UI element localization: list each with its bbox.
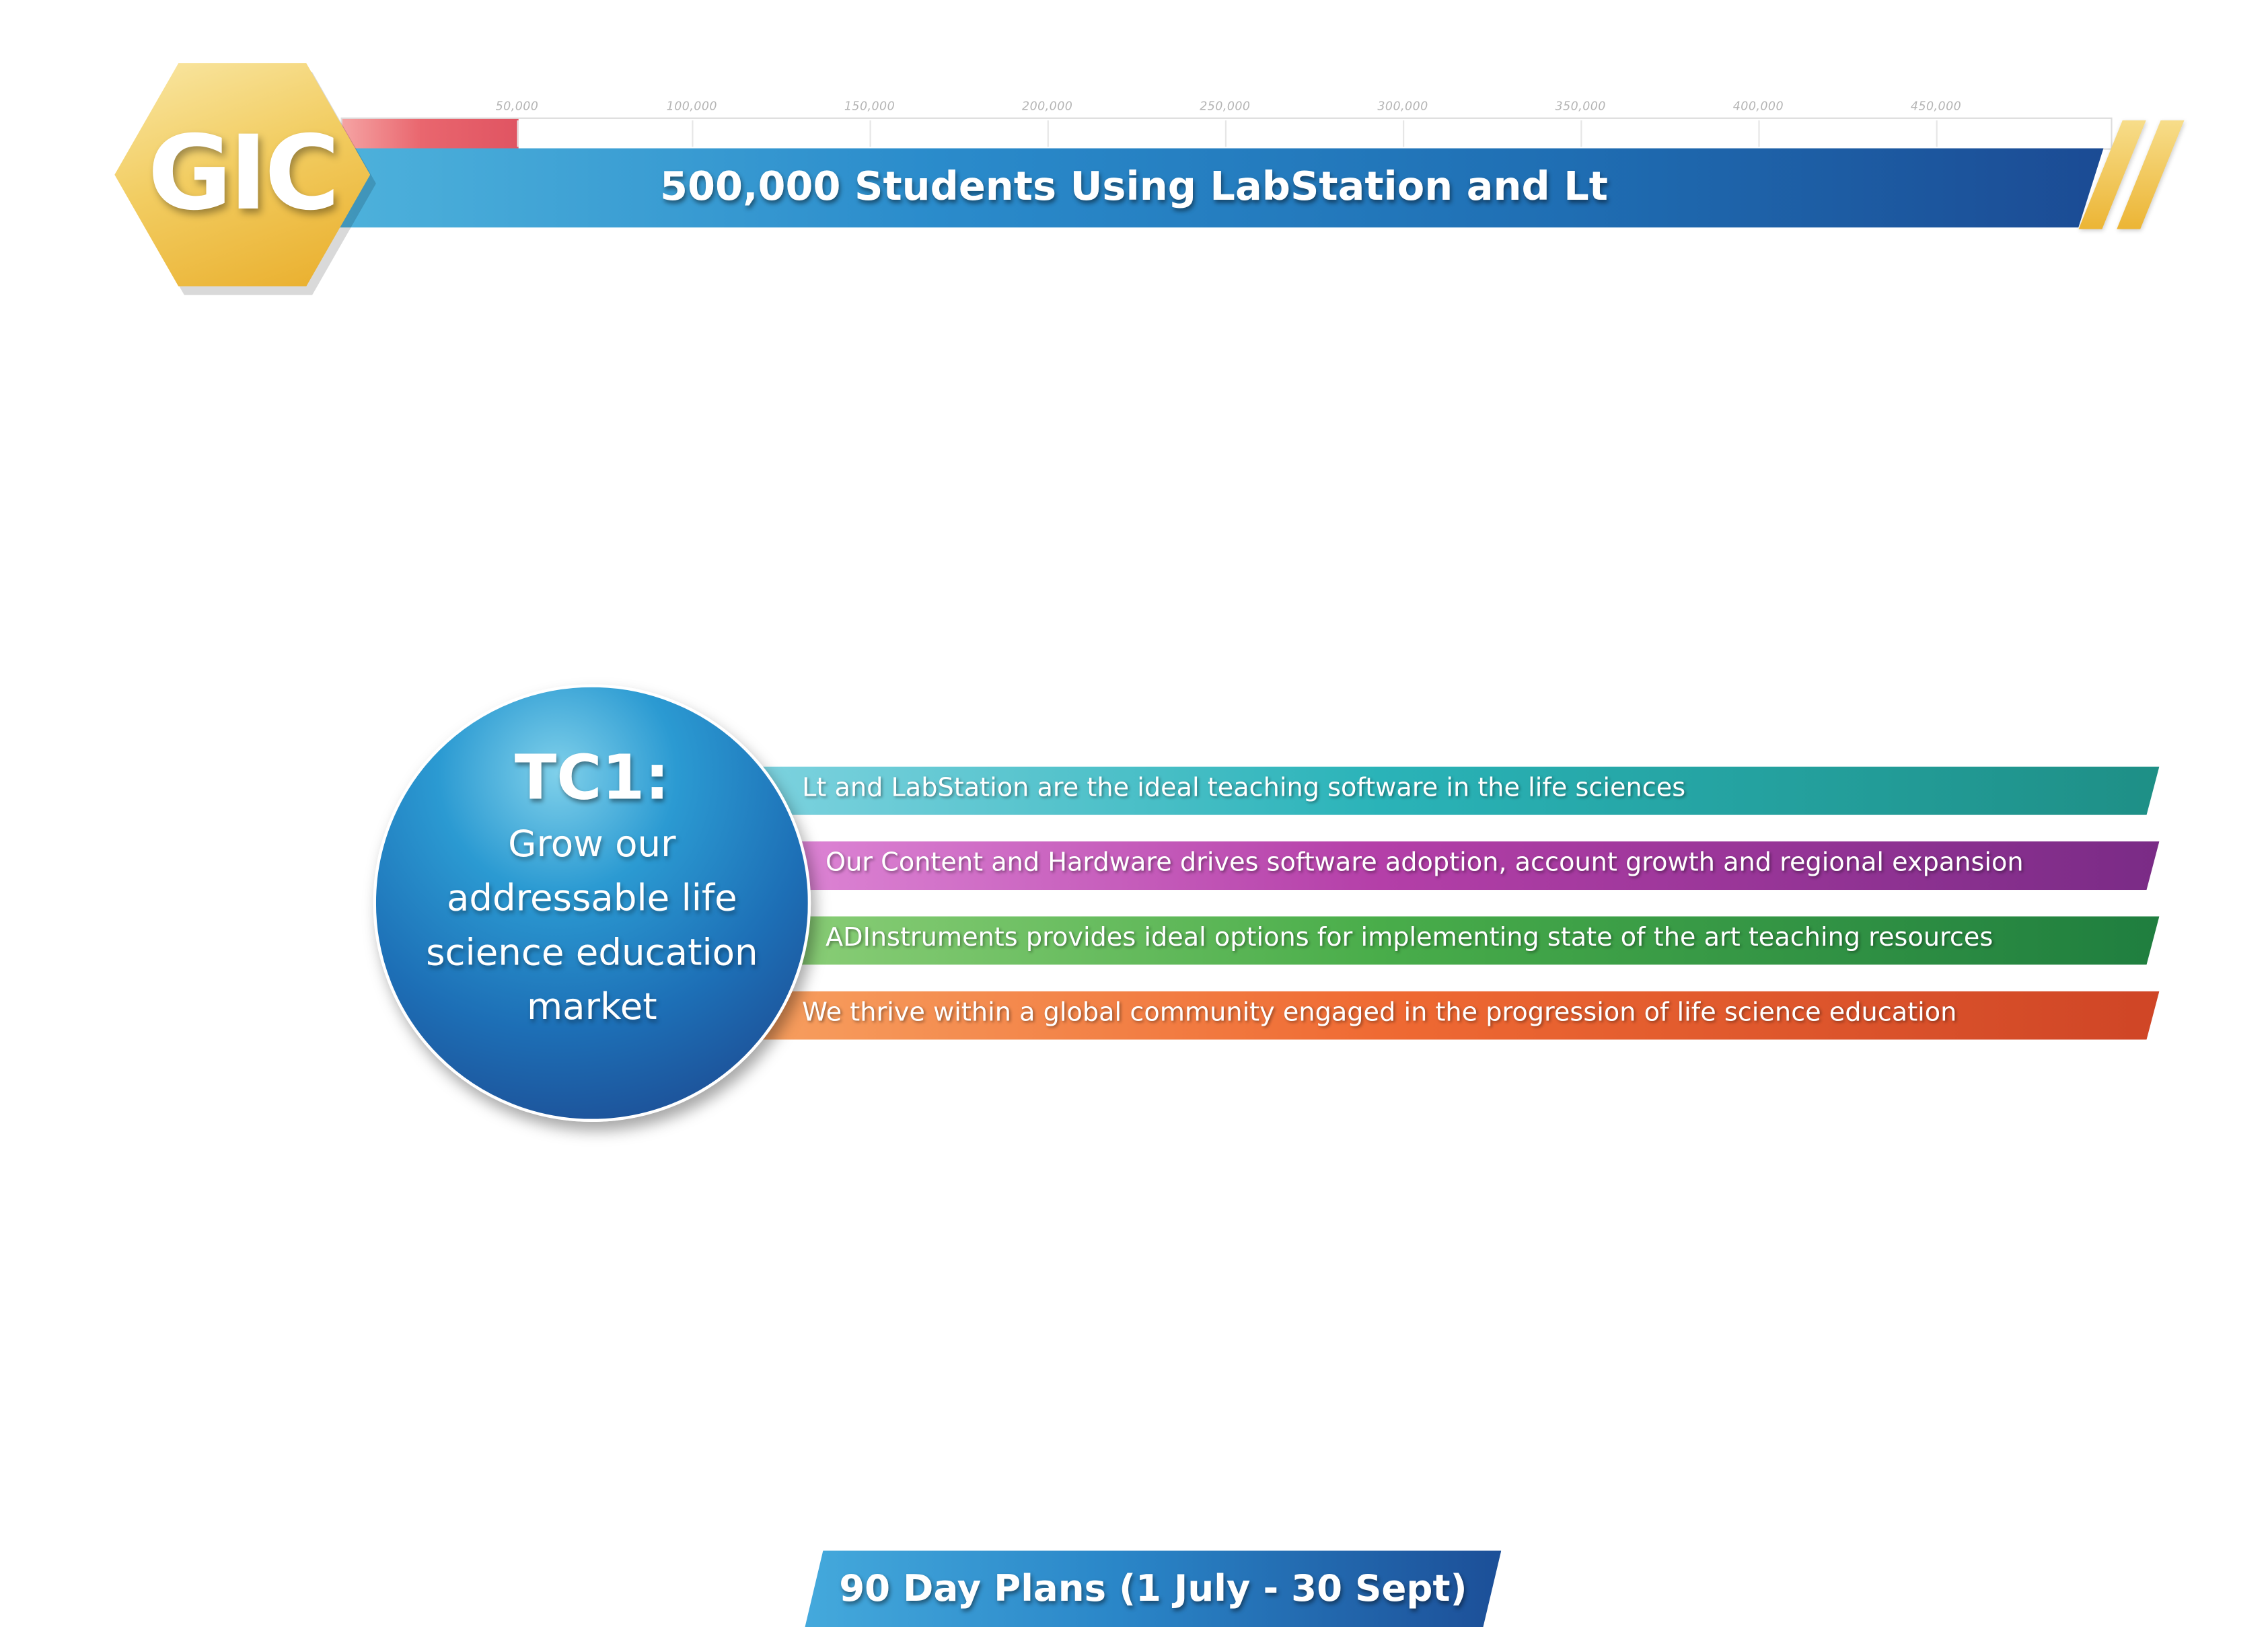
pillar-text-4: We thrive within a global community enga…: [802, 998, 1957, 1028]
scale-gridline: [1936, 120, 1938, 147]
scale-tick-label: 450,000: [1910, 100, 1962, 114]
scale-gridline: [1224, 120, 1227, 147]
theme-title: TC1:: [514, 741, 670, 814]
pillar-text-2: Our Content and Hardware drives software…: [826, 848, 2024, 878]
scale-tick-label: 200,000: [1022, 100, 1073, 114]
scale-tick-label: 50,000: [495, 100, 539, 114]
scale-gridline: [1580, 120, 1582, 147]
scale-gridline: [517, 120, 519, 147]
scale-tick-label: 300,000: [1377, 100, 1428, 114]
scale-tick-label: 350,000: [1555, 100, 1606, 114]
goal-title: 500,000 Students Using LabStation and Lt: [660, 164, 1608, 211]
scale-tick-label: 250,000: [1200, 100, 1251, 114]
pillar-text-3: ADInstruments provides ideal options for…: [826, 923, 1993, 953]
scale-tick-label: 400,000: [1732, 100, 1784, 114]
plans-label: 90 Day Plans (1 July - 30 Sept): [839, 1566, 1467, 1610]
scale-gridline: [1403, 120, 1405, 147]
scale-tick-label: 150,000: [844, 100, 895, 114]
theme-description: Grow our addressable life science educat…: [426, 822, 758, 1028]
goal-diagram: 50,000 100,000 150,000 200,000 250,000 3…: [0, 0, 2268, 1627]
scale-gridline: [1047, 120, 1049, 147]
pillar-text-1: Lt and LabStation are the ideal teaching…: [802, 773, 1686, 804]
scale-tick-label: 100,000: [666, 100, 717, 114]
scale-gridline: [869, 120, 871, 147]
scale-gridline: [1758, 120, 1760, 147]
scale-gridline: [692, 120, 694, 147]
logo-text: GIC: [147, 113, 340, 234]
